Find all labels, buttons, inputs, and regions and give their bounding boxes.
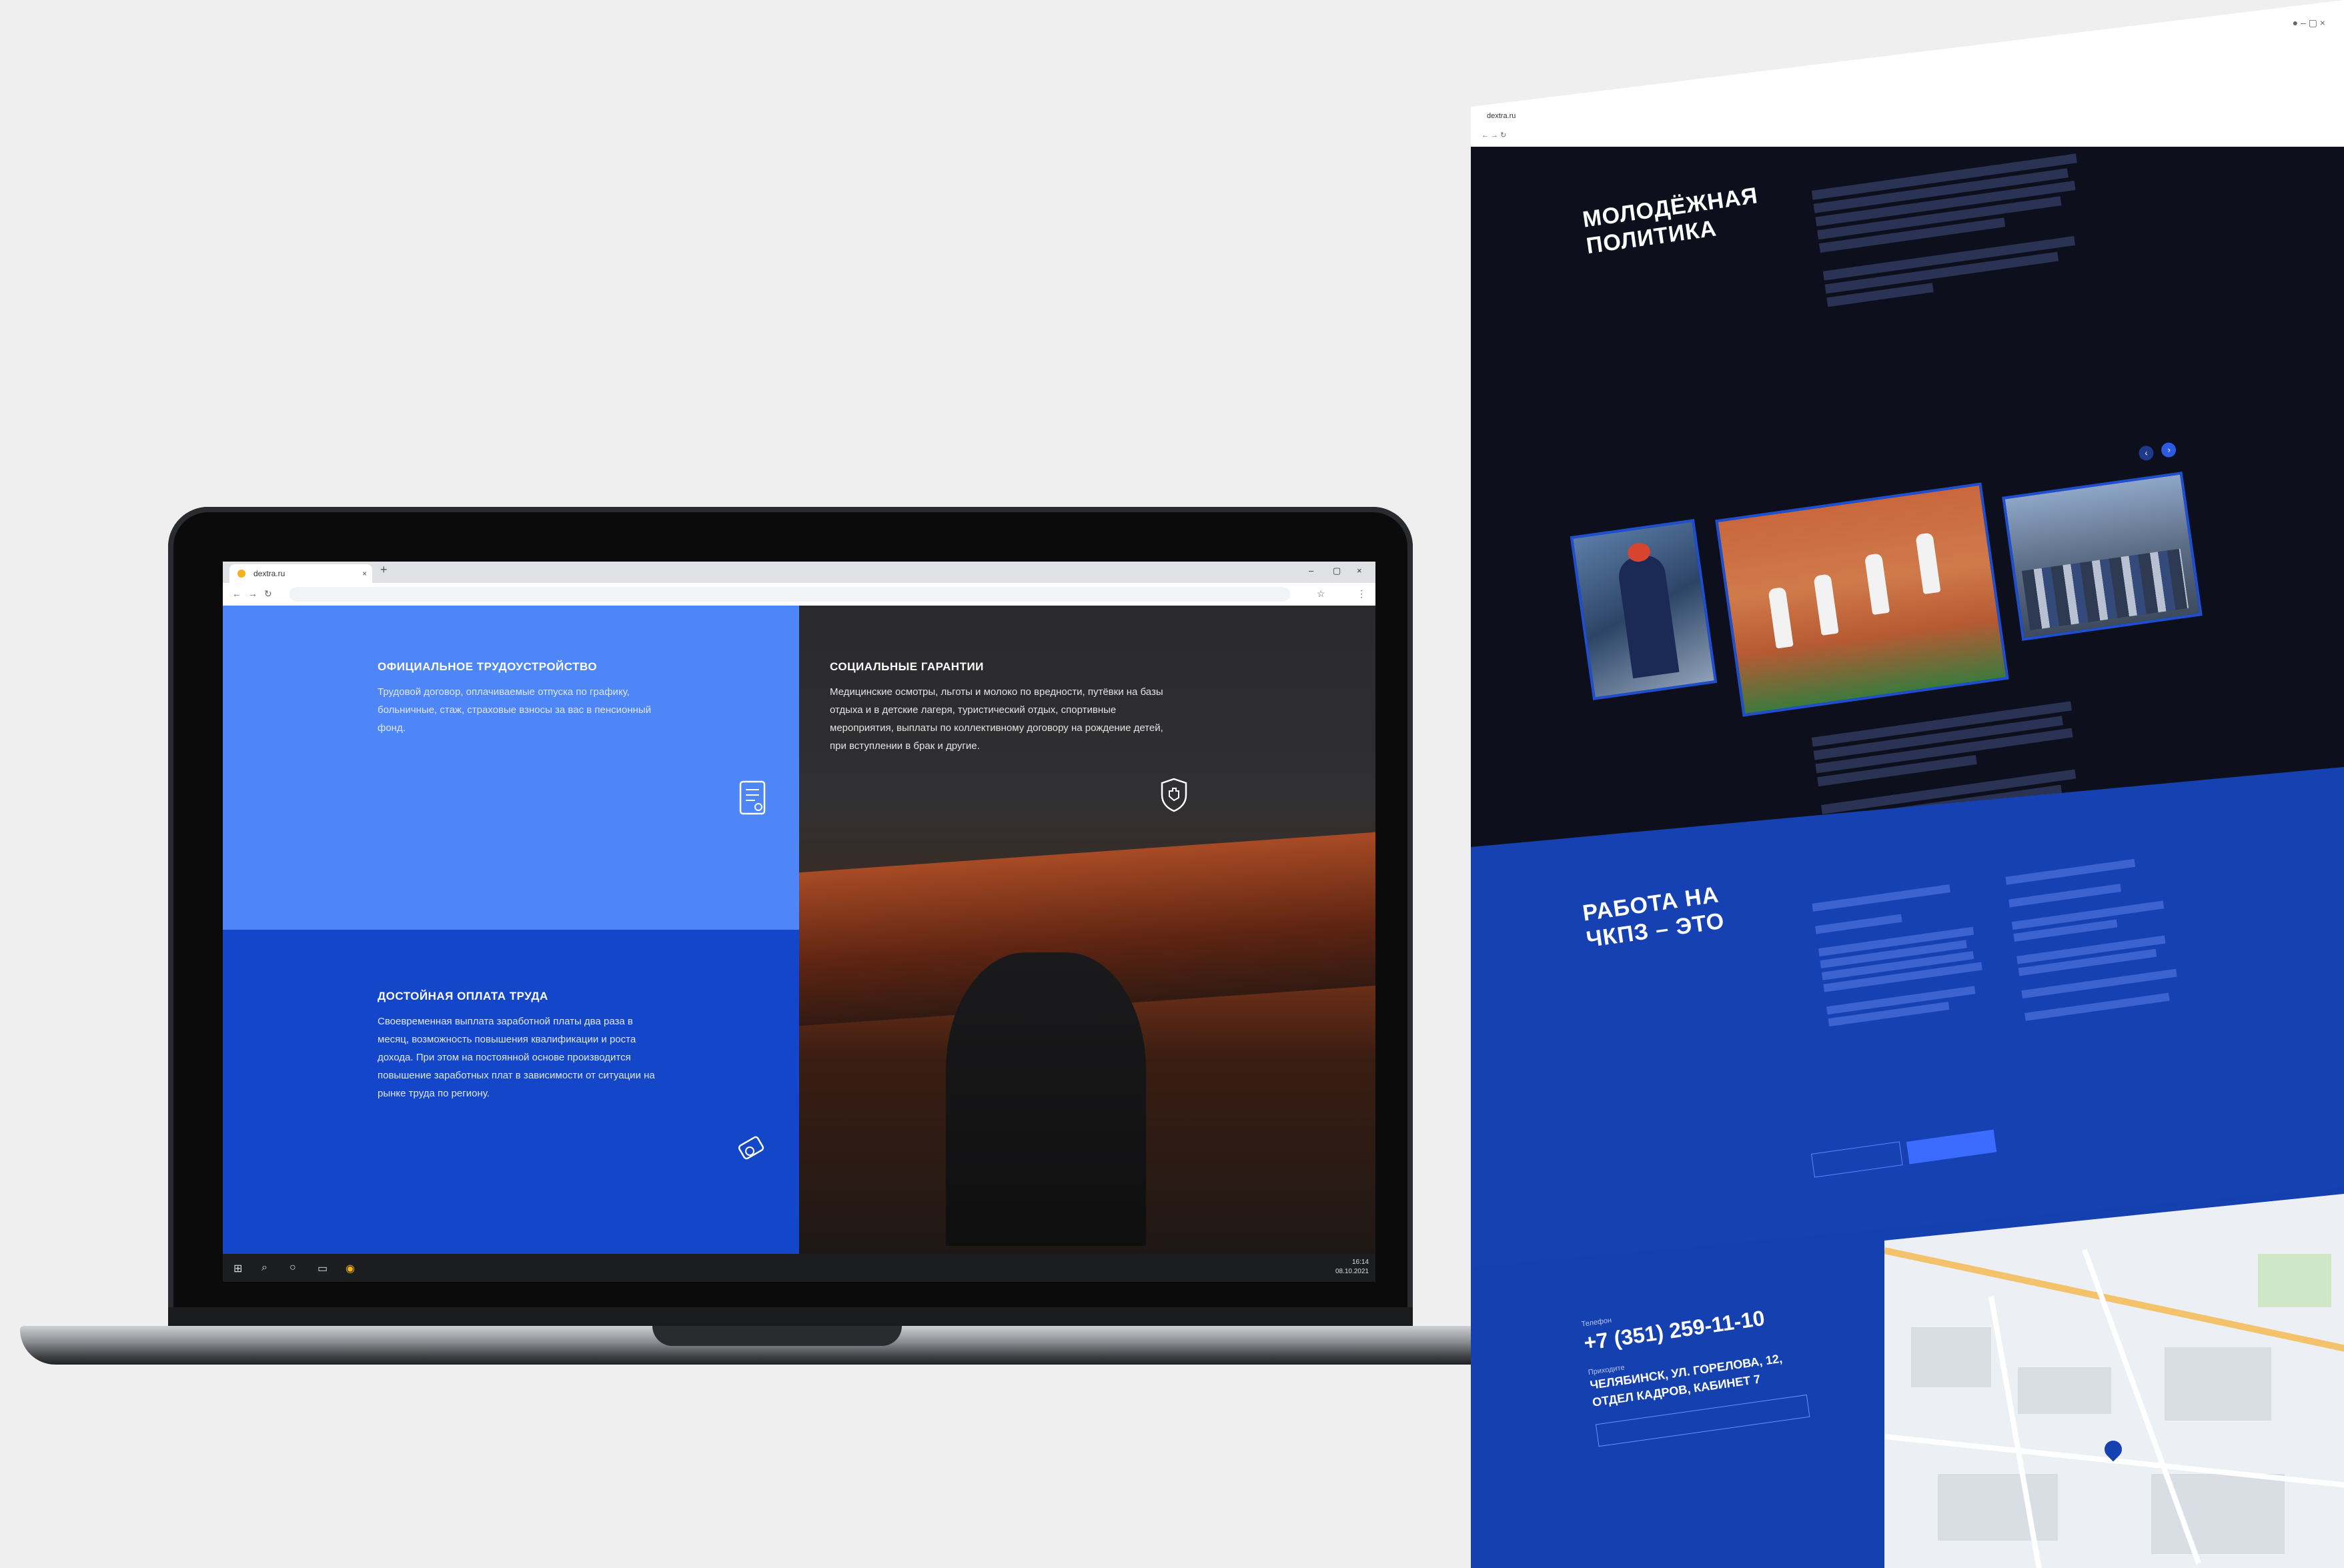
youth-policy-heading: Молодёжная политика (1581, 182, 1764, 259)
browser-toolbar: ← → ↻ ☆ ⋮ (223, 583, 1375, 606)
group-of-people (2021, 548, 2189, 631)
document-icon (739, 780, 766, 815)
clock-time: 16:14 (1351, 1259, 1369, 1266)
cta-buttons (1811, 1128, 2001, 1181)
website-page-mockup: ● – ▢ × dextra.ru ← → ↻ Молодёжная полит… (1471, 0, 2344, 1568)
card-decent-pay: Достойная оплата труда Своевременная вып… (223, 930, 799, 1254)
card-text: Медицинские осмотры, льготы и молоко по … (830, 686, 1163, 752)
page-browser-chrome: ● – ▢ × dextra.ru ← → ↻ (1471, 0, 2344, 147)
map-park (2258, 1254, 2331, 1307)
card-title: Официальное трудоустройство (378, 660, 598, 673)
close-tab-icon[interactable]: × (362, 564, 367, 583)
outline-button[interactable] (1811, 1141, 1903, 1178)
map-block (2018, 1367, 2111, 1414)
list-item-placeholder (2021, 968, 2177, 999)
browser-window-controls[interactable]: ● – ▢ × (2293, 17, 2325, 29)
card-text: Своевременная выплата заработной платы д… (378, 1016, 655, 1099)
youth-policy-text-block (1811, 149, 2093, 311)
runner (1768, 586, 1794, 649)
primary-button[interactable] (1906, 1129, 1997, 1164)
card-social-guarantees: Социальные гарантии Медицинские осмотры,… (799, 606, 1375, 1254)
map-widget[interactable] (1884, 1194, 2344, 1568)
gallery-arrows: ‹ › (2138, 441, 2183, 462)
contacts-block: Телефон +7 (351) 259-11-10 Приходите Чел… (1581, 1291, 1810, 1450)
maximize-button[interactable]: ▢ (1333, 566, 1341, 576)
cortana-icon[interactable]: ○ (289, 1262, 296, 1274)
forward-icon[interactable]: → (248, 588, 257, 599)
list-item-placeholder (2024, 992, 2170, 1021)
browser-tab-title: dextra.ru (253, 569, 285, 578)
laptop-screen: dextra.ru × + – ▢ × ← → ↻ ☆ ⋮ Официально… (223, 562, 1375, 1282)
money-icon (738, 1136, 764, 1160)
card-official-employment: Официальное трудоустройство Трудовой дог… (223, 606, 799, 930)
clock-date: 08.10.2021 (1335, 1268, 1369, 1275)
runner (1864, 553, 1890, 616)
page-browser-tab[interactable]: dextra.ru (1487, 112, 1516, 120)
minimize-button[interactable]: – (1309, 566, 1313, 576)
map-block (2165, 1347, 2271, 1421)
list-item-placeholder (2005, 858, 2136, 885)
star-icon[interactable]: ☆ (1317, 588, 1325, 600)
map-block (1911, 1327, 1991, 1387)
map-block (1938, 1474, 2058, 1541)
benefits-list-2 (2004, 846, 2198, 1025)
menu-icon[interactable]: ⋮ (1357, 588, 1366, 600)
close-window-button[interactable]: × (1357, 566, 1362, 576)
reload-icon[interactable]: ↻ (264, 588, 272, 600)
tongs-image (946, 952, 1146, 1246)
list-item-placeholder (1815, 914, 1902, 934)
runner (1813, 574, 1839, 636)
card-title: Достойная оплата труда (378, 990, 548, 1002)
worker-figure (1616, 553, 1680, 679)
runner (1915, 532, 1941, 595)
shield-hand-icon (1161, 778, 1187, 812)
list-item-placeholder (1812, 884, 1951, 912)
search-icon[interactable]: ⌕ (261, 1262, 267, 1274)
youth-policy-section: Молодёжная политика ‹ › (1471, 147, 2344, 847)
address-bar[interactable] (289, 587, 1290, 602)
work-at-chkpz-section: Работа на ЧКПЗ – это (1471, 767, 2344, 1274)
laptop-notch (652, 1326, 902, 1346)
browser-tab-strip: dextra.ru × + – ▢ × (223, 562, 1375, 583)
laptop-mockup: dextra.ru × + – ▢ × ← → ↻ ☆ ⋮ Официально… (20, 507, 1534, 1374)
task-view-icon[interactable]: ▭ (318, 1262, 328, 1275)
gallery-photo-runners[interactable] (1715, 482, 2009, 717)
new-tab-button[interactable]: + (380, 563, 388, 577)
gallery-photo-worker[interactable] (1570, 519, 1718, 700)
next-arrow-button[interactable]: › (2161, 442, 2177, 458)
list-item-placeholder (2008, 884, 2122, 908)
windows-taskbar: ⊞ ⌕ ○ ▭ ◉ 16:14 08.10.2021 (223, 1254, 1375, 1282)
card-text: Трудовой договор, оплачиваемые отпуска п… (378, 686, 652, 734)
gallery-photo-group[interactable] (2002, 472, 2203, 641)
card-title: Социальные гарантии (830, 660, 984, 673)
back-icon[interactable]: ← (232, 588, 241, 599)
chrome-icon[interactable]: ◉ (346, 1262, 355, 1275)
favicon-icon (237, 570, 245, 578)
browser-tab[interactable]: dextra.ru × (229, 564, 372, 583)
page-browser-nav-icons[interactable]: ← → ↻ (1482, 131, 1506, 139)
windows-start-icon[interactable]: ⊞ (233, 1262, 242, 1275)
taskbar-clock: 16:14 08.10.2021 (1335, 1258, 1369, 1277)
prev-arrow-button[interactable]: ‹ (2138, 444, 2155, 462)
benefits-list-1 (1811, 873, 2002, 1030)
work-heading: Работа на ЧКПЗ – это (1581, 881, 1726, 953)
